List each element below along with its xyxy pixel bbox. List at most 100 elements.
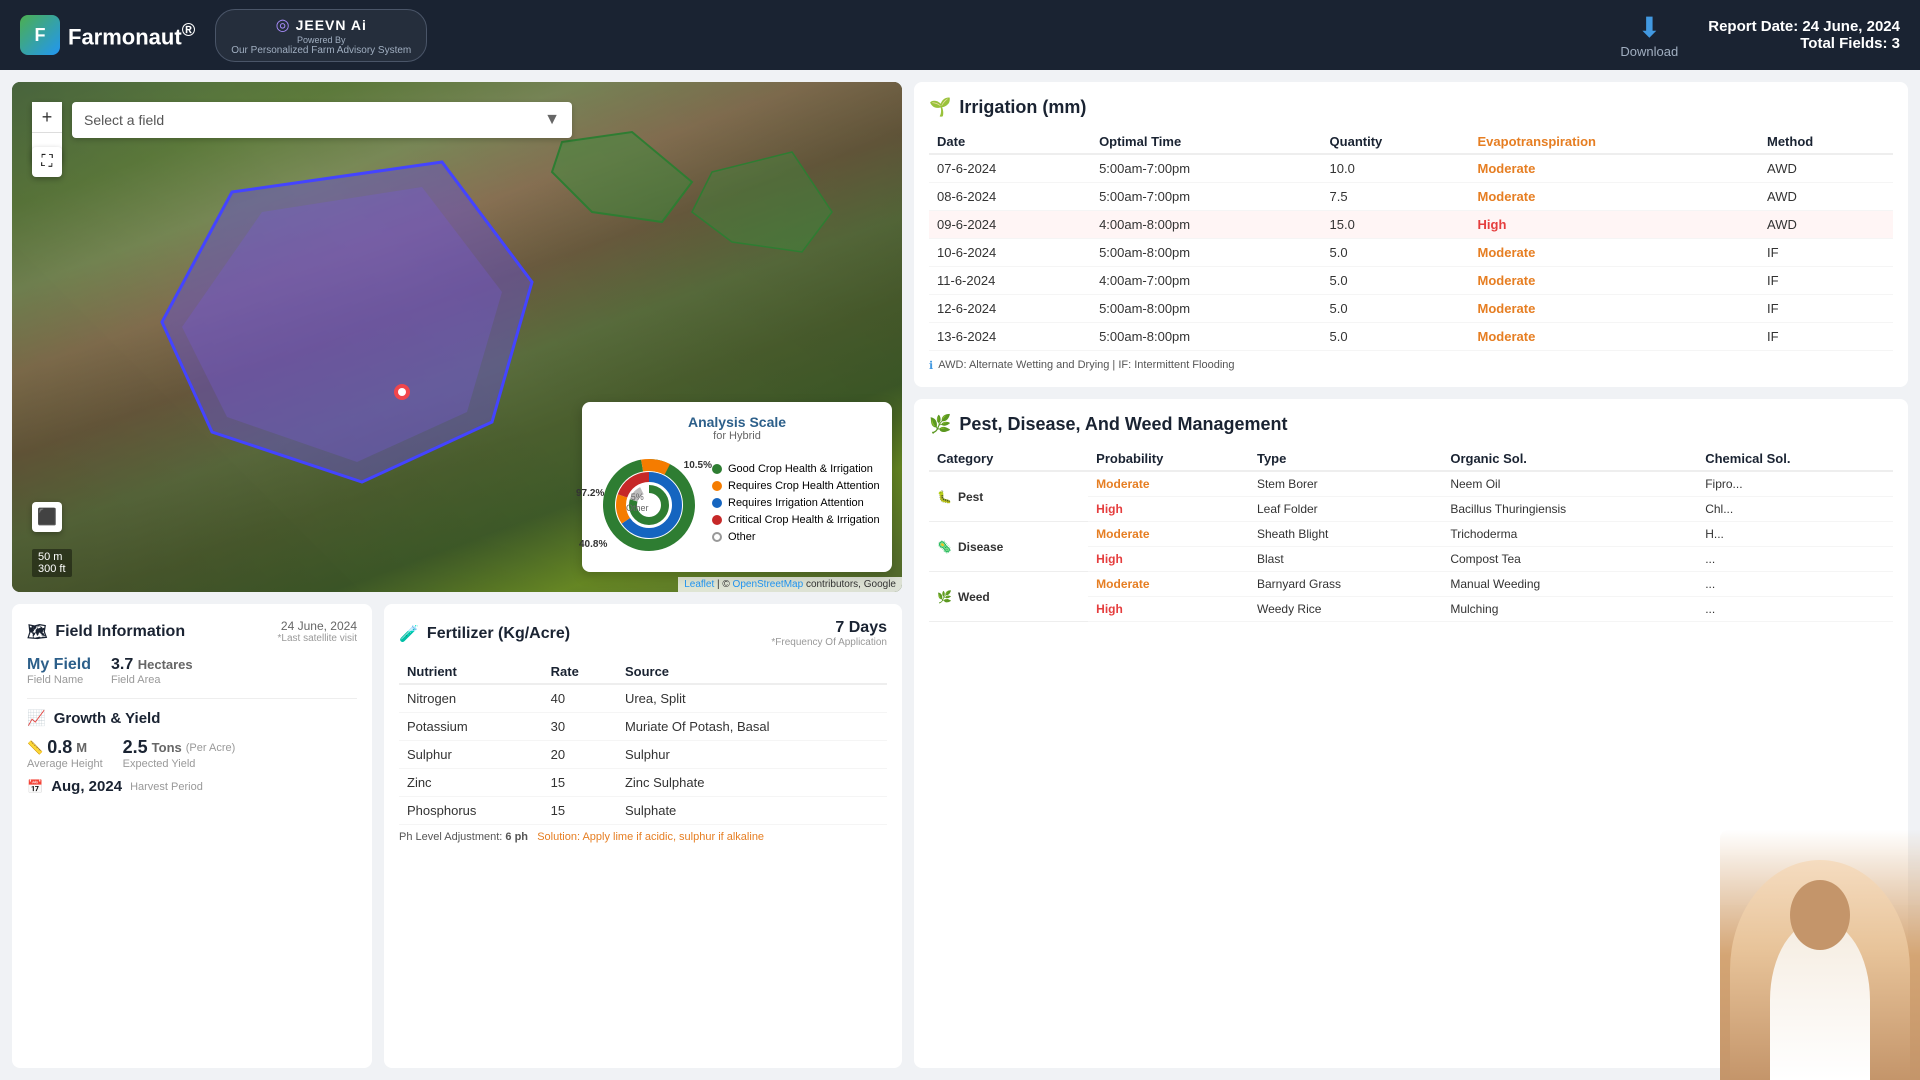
growth-title: 📈 Growth & Yield (27, 709, 357, 727)
fertilizer-icon: 🧪 (399, 624, 419, 644)
irr-qty: 5.0 (1322, 295, 1470, 323)
analysis-title: Analysis Scale (594, 414, 880, 430)
irr-qty: 15.0 (1322, 211, 1470, 239)
pest-organic: Bacillus Thuringiensis (1442, 497, 1697, 522)
category-icon: 🦠 (937, 540, 952, 554)
field-selector[interactable]: Select a field ▼ (72, 102, 572, 138)
fert-rate: 20 (543, 741, 617, 769)
pest-prob: Moderate (1088, 471, 1249, 497)
fertilizer-days-note: *Frequency Of Application (771, 637, 887, 648)
irr-col-optimal: Optimal Time (1091, 130, 1321, 154)
download-icon: ⬇ (1638, 11, 1661, 44)
pest-chemical: ... (1697, 572, 1893, 597)
yield-value: 2.5 (123, 737, 148, 758)
scale-feet: 300 ft (38, 563, 66, 575)
logo-sup: ® (182, 19, 196, 40)
irrigation-row: 08-6-2024 5:00am-7:00pm 7.5 Moderate AWD (929, 183, 1893, 211)
irrigation-row: 11-6-2024 4:00am-7:00pm 5.0 Moderate IF (929, 267, 1893, 295)
legend-item-critical: Critical Crop Health & Irrigation (712, 514, 880, 526)
fertilizer-frequency: 7 Days *Frequency Of Application (771, 619, 887, 648)
pest-title: 🌿 Pest, Disease, And Weed Management (929, 414, 1893, 435)
report-date-label: Report Date: (1708, 18, 1798, 35)
irr-evap: Moderate (1470, 154, 1759, 183)
legend-dot-good (712, 464, 722, 474)
field-date-value: 24 June, 2024 (278, 619, 357, 633)
fert-nutrient: Sulphur (399, 741, 543, 769)
pest-col-type: Type (1249, 447, 1442, 471)
irr-date: 10-6-2024 (929, 239, 1091, 267)
fertilizer-header: 🧪 Fertilizer (Kg/Acre) 7 Days *Frequency… (399, 619, 887, 648)
fert-source: Sulphur (617, 741, 887, 769)
jeevn-subtitle: Our Personalized Farm Advisory System (231, 45, 411, 56)
fert-source: Urea, Split (617, 684, 887, 713)
donut-label-972: 97.2% (576, 488, 604, 499)
irrigation-header-row: Date Optimal Time Quantity Evapotranspir… (929, 130, 1893, 154)
download-button[interactable]: ⬇ Download (1620, 11, 1678, 59)
header: F Farmonaut® ◎ JEEVN Ai Powered By Our P… (0, 0, 1920, 70)
fert-rate: 40 (543, 684, 617, 713)
fert-source: Zinc Sulphate (617, 769, 887, 797)
total-fields-label: Total Fields: (1800, 35, 1887, 52)
field-info-card: 🗺 Field Information 24 June, 2024 *Last … (12, 604, 372, 1068)
pest-category: 🦠 Disease (929, 522, 1088, 572)
irr-method: IF (1759, 323, 1893, 351)
map-attribution: Leaflet | © OpenStreetMap contributors, … (678, 577, 902, 592)
irr-evap: Moderate (1470, 183, 1759, 211)
fertilizer-card: 🧪 Fertilizer (Kg/Acre) 7 Days *Frequency… (384, 604, 902, 1068)
field-name-label: Field Name (27, 674, 91, 686)
irrigation-table: Date Optimal Time Quantity Evapotranspir… (929, 130, 1893, 351)
bottom-left-panel: 🗺 Field Information 24 June, 2024 *Last … (12, 604, 902, 1068)
pest-prob: Moderate (1088, 522, 1249, 547)
map-tool-icon: ⬛ (37, 507, 57, 527)
scale-indicator: 50 m 300 ft (32, 549, 72, 577)
growth-icon: 📈 (27, 709, 46, 727)
irr-evap: High (1470, 211, 1759, 239)
irr-evap: Moderate (1470, 295, 1759, 323)
irrigation-icon: 🌱 (929, 97, 951, 118)
irr-col-date: Date (929, 130, 1091, 154)
left-panel: + − Select a field ▼ ⛶ ⬛ (12, 82, 902, 1068)
header-left: F Farmonaut® ◎ JEEVN Ai Powered By Our P… (20, 9, 427, 62)
irr-time: 5:00am-7:00pm (1091, 183, 1321, 211)
irr-col-evap: Evapotranspiration (1470, 130, 1759, 154)
logo: F Farmonaut® (20, 15, 195, 55)
legend-item-requires-irrigation: Requires Irrigation Attention (712, 497, 880, 509)
legend-dot-other (712, 532, 722, 542)
field-stats: My Field Field Name 3.7 Hectares Field A… (27, 656, 357, 686)
pest-type: Weedy Rice (1249, 597, 1442, 622)
total-fields-value: 3 (1892, 35, 1900, 52)
pest-icon: 🌿 (929, 414, 951, 435)
pest-type: Leaf Folder (1249, 497, 1442, 522)
fertilizer-row: Potassium 30 Muriate Of Potash, Basal (399, 713, 887, 741)
fullscreen-button[interactable]: ⛶ (32, 147, 62, 177)
fertilizer-row: Sulphur 20 Sulphur (399, 741, 887, 769)
height-value: 0.8 (47, 737, 72, 758)
height-icon: 📏 (27, 740, 43, 756)
pest-organic: Neem Oil (1442, 471, 1697, 497)
pest-organic: Compost Tea (1442, 547, 1697, 572)
pest-type: Sheath Blight (1249, 522, 1442, 547)
fert-rate: 15 (543, 797, 617, 825)
fert-rate: 15 (543, 769, 617, 797)
field-area-unit: Hectares (138, 657, 193, 672)
fertilizer-table: Nutrient Rate Source Nitrogen 40 Urea, S… (399, 660, 887, 825)
yield-label: Expected Yield (123, 758, 236, 770)
map-tool-button[interactable]: ⬛ (32, 502, 62, 532)
donut-chart: 97.2% (594, 450, 704, 560)
ph-note: Ph Level Adjustment: 6 ph Solution: Appl… (399, 831, 887, 843)
fertilizer-title: 🧪 Fertilizer (Kg/Acre) (399, 624, 570, 644)
zoom-in-button[interactable]: + (32, 102, 62, 132)
category-icon: 🐛 (937, 490, 952, 504)
fertilizer-row: Phosphorus 15 Sulphate (399, 797, 887, 825)
height-stat: 📏 0.8 M Average Height (27, 737, 103, 770)
map-container[interactable]: + − Select a field ▼ ⛶ ⬛ (12, 82, 902, 592)
pest-row: 🌿 Weed Moderate Barnyard Grass Manual We… (929, 572, 1893, 597)
fert-source: Muriate Of Potash, Basal (617, 713, 887, 741)
donut-label-other: 5%Other (626, 492, 649, 514)
pest-type: Blast (1249, 547, 1442, 572)
jeevn-badge: ◎ JEEVN Ai Powered By Our Personalized F… (215, 9, 427, 62)
analysis-legend: Good Crop Health & Irrigation Requires C… (712, 463, 880, 548)
fullscreen-icon: ⛶ (41, 153, 52, 171)
scale-meters: 50 m (38, 551, 66, 563)
pest-type: Stem Borer (1249, 471, 1442, 497)
